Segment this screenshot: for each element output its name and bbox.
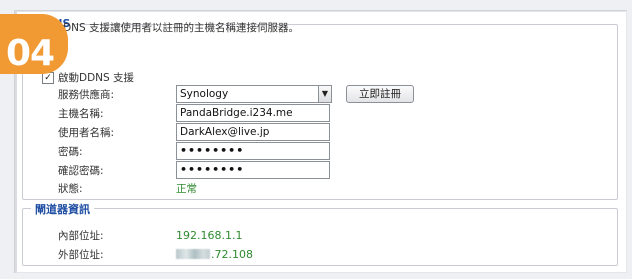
- status-row: 狀態: 正常: [58, 181, 197, 196]
- password-row: 密碼: ••••••••: [58, 142, 330, 160]
- chevron-down-icon[interactable]: ▼: [318, 85, 332, 103]
- password-input[interactable]: ••••••••: [176, 142, 330, 160]
- external-ip-row: 外部位址: .72.108: [58, 247, 253, 262]
- step-badge: 04: [0, 14, 68, 74]
- status-label: 狀態:: [58, 183, 83, 195]
- redacted-ip-segment: [176, 249, 210, 259]
- provider-label: 服務供應商:: [58, 88, 115, 101]
- username-label: 使用者名稱:: [58, 126, 115, 139]
- external-ip-visible: .72.108: [211, 248, 253, 261]
- status-value: 正常: [176, 183, 197, 195]
- password-label: 密碼:: [58, 145, 83, 158]
- hostname-input[interactable]: PandaBridge.i234.me: [176, 104, 330, 122]
- check-mark-icon: ✓: [44, 72, 52, 83]
- register-now-button[interactable]: 立即註冊: [346, 85, 414, 103]
- confirm-password-label: 確認密碼:: [58, 164, 104, 177]
- internal-ip-row: 內部位址: 192.168.1.1: [58, 228, 242, 243]
- username-row: 使用者名稱: DarkAlex@live.jp: [58, 123, 330, 141]
- internal-ip-label: 內部位址:: [58, 230, 104, 242]
- provider-select[interactable]: Synology ▼: [176, 85, 332, 103]
- router-info-legend: 閘道器資訊: [31, 201, 94, 217]
- ddns-description: 啟動DDNS 支援讓使用者以註冊的主機名稱連接伺服器。: [34, 22, 300, 34]
- external-ip-value: .72.108: [176, 248, 253, 261]
- hostname-row: 主機名稱: PandaBridge.i234.me: [58, 104, 330, 122]
- hostname-label: 主機名稱:: [58, 107, 104, 120]
- enable-ddns-row[interactable]: ✓ 啟動DDNS 支援: [42, 70, 134, 85]
- step-number: 04: [6, 33, 55, 74]
- provider-row: 服務供應商: Synology ▼ 立即註冊: [58, 85, 414, 103]
- username-input[interactable]: DarkAlex@live.jp: [176, 123, 330, 141]
- external-ip-label: 外部位址:: [58, 249, 104, 261]
- confirm-password-row: 確認密碼: ••••••••: [58, 161, 330, 179]
- provider-select-value: Synology: [180, 88, 229, 100]
- enable-ddns-label: 啟動DDNS 支援: [58, 72, 135, 84]
- confirm-password-input[interactable]: ••••••••: [176, 161, 330, 179]
- internal-ip-value: 192.168.1.1: [176, 229, 243, 242]
